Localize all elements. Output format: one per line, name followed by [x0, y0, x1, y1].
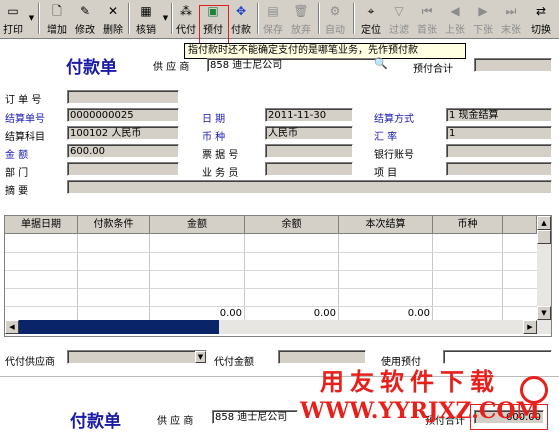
bank-account-field[interactable] — [446, 144, 552, 158]
filter-button[interactable]: ▽ 过滤 — [386, 2, 412, 36]
last-button[interactable]: ⏭ 末张 — [498, 2, 524, 36]
currency-label: 币 种 — [202, 132, 226, 143]
watermark-text: 用友软件下载 — [320, 368, 500, 396]
switch-button[interactable]: ⇄ 切换 — [527, 2, 555, 36]
pay-arrows-icon: ✥ — [235, 4, 247, 18]
switch-icon: ⇄ — [535, 4, 547, 18]
order-no-label: 订 单 号 — [5, 95, 42, 106]
amount-field[interactable]: 600.00 — [67, 144, 179, 158]
col-header-currency[interactable]: 币种 — [433, 216, 503, 234]
writeoff-button[interactable]: ▦ 核销 — [132, 2, 160, 36]
writeoff-dropdown-icon[interactable]: ▼ — [161, 6, 170, 30]
save-button[interactable]: ▤ 保存 — [260, 2, 286, 36]
agent-supplier-field[interactable] — [67, 350, 207, 364]
prepay-total-field — [474, 58, 552, 72]
next-record-icon: ▶ — [478, 4, 488, 18]
delete-button[interactable]: ✕ 删除 — [100, 2, 126, 36]
currency-field[interactable]: 人民币 — [265, 126, 353, 140]
highlight-box — [199, 5, 229, 45]
form-title: 付款单 — [66, 58, 117, 78]
search-icon[interactable]: 🔍 — [374, 57, 389, 71]
printer-icon: ▭ — [7, 4, 19, 18]
toolbar: ▭ 打印 ▼ 🗋 增加 ✎ 修改 ✕ 删除 ▦ 核销 ▼ ⁂ 代付 ▣ 预付 ✥… — [0, 0, 559, 39]
agent-supplier-dropdown-icon[interactable]: ▼ — [195, 351, 206, 363]
amount-label: 金 额 — [5, 150, 29, 161]
agent-supplier-label: 代付供应商 — [5, 357, 55, 368]
voucher-no-field[interactable]: 0000000025 — [67, 108, 179, 122]
total-amount: 0.00 — [219, 308, 242, 319]
dept-label: 部 门 — [5, 168, 29, 179]
total-balance: 0.00 — [313, 308, 336, 319]
next-button[interactable]: ▶ 下张 — [470, 2, 496, 36]
tooltip: 指付款时还不能确定支付的是哪笔业务，先作预付款 — [184, 43, 466, 59]
auto-button[interactable]: ⚙ 自动 — [322, 2, 348, 36]
watermark-url: WWW.YYRJXZ.COM — [300, 398, 540, 424]
settle-method-field[interactable]: 1 现金结算 — [446, 108, 552, 122]
agent-pay-icon: ⁂ — [180, 4, 192, 18]
agent-pay-button[interactable]: ⁂ 代付 — [174, 2, 198, 36]
add-button[interactable]: 🗋 增加 — [43, 2, 71, 36]
col-header-amount[interactable]: 金额 — [150, 216, 245, 234]
bank-account-label: 银行账号 — [374, 150, 414, 161]
dept-field[interactable] — [67, 162, 179, 176]
col-header-balance[interactable]: 余额 — [245, 216, 339, 234]
scroll-up-icon[interactable]: ▲ — [537, 216, 551, 230]
total-this-settle: 0.00 — [407, 308, 430, 319]
supplier-label: 供 应 商 — [153, 62, 190, 73]
date-label: 日 期 — [202, 114, 226, 125]
delete-x-icon: ✕ — [107, 4, 119, 18]
account-label: 结算科目 — [5, 132, 45, 143]
account-field[interactable]: 100102 人民币 — [67, 126, 179, 140]
date-field[interactable]: 2011-11-30 — [265, 108, 353, 122]
prepay-total-label: 预付合计 — [413, 64, 453, 75]
voucher-no-label: 结算单号 — [5, 114, 45, 125]
order-no-field[interactable] — [67, 90, 179, 104]
agent-amount-label: 代付金额 — [214, 357, 254, 368]
scroll-left-icon[interactable]: ◀ — [5, 320, 19, 334]
edit-icon: ✎ — [79, 4, 91, 18]
auto-gear-icon: ⚙ — [329, 4, 341, 18]
col-header-pay-terms[interactable]: 付款条件 — [78, 216, 150, 234]
prev-record-icon: ◀ — [450, 4, 460, 18]
settle-method-label: 结算方式 — [374, 114, 414, 125]
scroll-down-icon[interactable]: ▼ — [537, 306, 551, 320]
locate-icon: ⌖ — [367, 4, 375, 18]
modify-button[interactable]: ✎ 修改 — [72, 2, 98, 36]
first-record-icon: ⏮ — [421, 4, 433, 18]
project-label: 项 目 — [374, 168, 398, 179]
discard-button[interactable]: 🗑 放弃 — [288, 2, 314, 36]
print-dropdown-icon[interactable]: ▼ — [27, 6, 36, 30]
scroll-thumb[interactable] — [537, 230, 551, 244]
locate-button[interactable]: ⌖ 定位 — [358, 2, 384, 36]
salesman-label: 业 务 员 — [202, 168, 239, 179]
col-header-extra[interactable] — [503, 216, 537, 234]
supplier-field[interactable]: 858 迪士尼公司 — [207, 58, 377, 72]
pay-button[interactable]: ✥ 付款 — [228, 2, 254, 36]
prev-button[interactable]: ◀ 上张 — [442, 2, 468, 36]
last-record-icon: ⏭ — [505, 4, 517, 18]
scroll-right-icon[interactable]: ▶ — [523, 320, 537, 334]
scroll-thumb-horizontal[interactable] — [19, 320, 219, 334]
memo-field[interactable] — [67, 180, 552, 194]
second-form-title: 付款单 — [70, 412, 121, 432]
writeoff-icon: ▦ — [140, 4, 152, 18]
rate-field[interactable]: 1 — [446, 126, 552, 140]
bill-no-label: 票 据 号 — [202, 150, 239, 161]
first-button[interactable]: ⏮ 首张 — [414, 2, 440, 36]
save-icon: ▤ — [267, 4, 279, 18]
print-button[interactable]: ▭ 打印 — [0, 2, 26, 36]
col-header-date[interactable]: 单据日期 — [5, 216, 78, 234]
new-doc-icon: 🗋 — [52, 4, 62, 18]
second-supplier-label: 供 应 商 — [157, 416, 194, 427]
detail-grid[interactable]: 单据日期 付款条件 金额 余额 本次结算 币种 0.00 0.00 0.00 ▲… — [4, 215, 552, 337]
memo-label: 摘 要 — [5, 186, 29, 197]
filter-funnel-icon: ▽ — [394, 4, 404, 18]
salesman-field[interactable] — [265, 162, 353, 176]
rate-label: 汇 率 — [374, 132, 398, 143]
discard-icon: 🗑 — [293, 4, 309, 18]
second-supplier-field[interactable]: 858 迪士尼公司 — [212, 410, 298, 424]
col-header-this-settle[interactable]: 本次结算 — [339, 216, 433, 234]
project-field[interactable] — [446, 162, 552, 176]
bill-no-field[interactable] — [265, 144, 353, 158]
